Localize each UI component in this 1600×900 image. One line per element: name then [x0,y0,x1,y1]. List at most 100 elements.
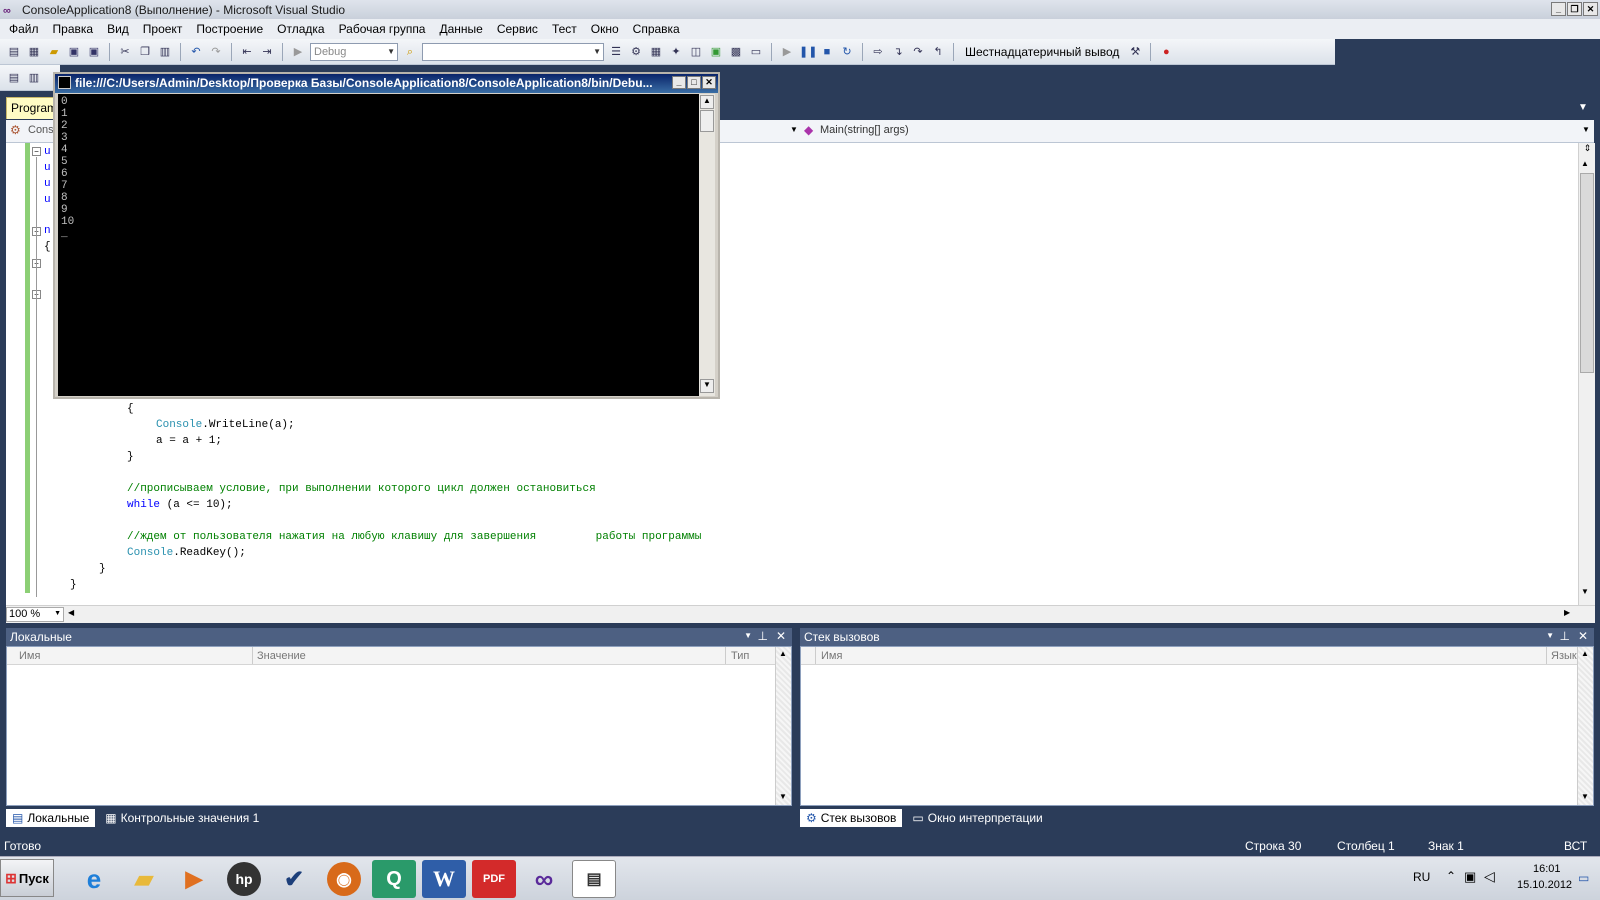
tab-immediate-window[interactable]: ▭ Окно интерпретации [906,809,1048,827]
locals-col-value[interactable]: Значение [257,650,306,662]
menu-edit[interactable]: Правка [46,22,101,36]
hp-icon[interactable]: hp [227,862,261,896]
start-button[interactable]: ⊞ Пуск [0,859,54,897]
scroll-left-arrow-icon[interactable]: ◀ [68,608,74,617]
console-task-icon[interactable]: ▤ [572,860,616,898]
start-debug-icon[interactable]: ▶ [290,44,306,60]
pin-icon[interactable]: ⊥ [758,629,768,643]
menu-tools[interactable]: Сервис [490,22,545,36]
scroll-down-arrow-icon[interactable]: ▼ [779,792,787,801]
call-stack-grid[interactable]: Имя Язык ▲ ▼ [800,646,1594,806]
solution-explorer-icon[interactable]: ☰ [608,44,624,60]
show-hidden-icons-icon[interactable]: ⌃ [1446,869,1456,883]
visual-studio-icon[interactable]: ∞ [522,860,566,898]
console-maximize-button[interactable]: □ [687,76,701,89]
paste-icon[interactable]: ▥ [157,44,173,60]
threads-icon[interactable]: ⚒ [1127,44,1143,60]
show-next-statement-icon[interactable]: ⇨ [870,44,886,60]
word-icon[interactable]: W [422,860,466,898]
menu-team[interactable]: Рабочая группа [332,22,433,36]
breakpoints-icon[interactable]: ● [1158,44,1174,60]
tab-program-cs[interactable]: Program.cs [6,97,58,119]
scroll-up-arrow-icon[interactable]: ▲ [1581,649,1589,658]
restart-icon[interactable]: ↻ [839,44,855,60]
scroll-up-arrow-icon[interactable]: ▲ [779,649,787,658]
call-stack-col-language[interactable]: Язык [1551,650,1577,662]
scroll-thumb[interactable] [1580,173,1594,373]
members-combo-arrow-icon[interactable]: ▼ [1582,125,1590,134]
save-icon[interactable]: ▣ [66,44,82,60]
console-minimize-button[interactable]: _ [672,76,686,89]
console-title-bar[interactable]: file:///C:/Users/Admin/Desktop/Проверка … [55,74,718,93]
console-close-button[interactable]: ✕ [702,76,716,89]
firefox-icon[interactable]: ◉ [327,862,361,896]
locals-vertical-scrollbar[interactable]: ▲ ▼ [775,647,791,805]
new-project-icon[interactable]: ▤ [6,44,22,60]
tab-watch-1[interactable]: ▦ Контрольные значения 1 [99,809,265,827]
restore-button[interactable]: ❐ [1567,2,1582,16]
menu-file[interactable]: Файл [2,22,46,36]
navigate-back-icon[interactable]: ⇤ [239,44,255,60]
zoom-combo[interactable]: 100 % ▼ [6,607,64,622]
split-handle-icon[interactable]: ⇕ [1581,143,1594,157]
scroll-up-arrow-icon[interactable]: ▲ [1581,159,1589,168]
outline-collapse-icon[interactable]: − [32,147,41,156]
menu-data[interactable]: Данные [432,22,489,36]
find-combo[interactable]: ▼ [422,42,604,61]
editor-vertical-scrollbar[interactable]: ⇕ ▲ ▼ [1578,143,1595,605]
media-player-icon[interactable]: ▶ [172,860,216,898]
console-scroll-thumb[interactable] [700,110,714,132]
explorer-folder-icon[interactable]: ▰ [122,860,166,898]
class-view-icon[interactable]: ◫ [688,44,704,60]
scroll-right-arrow-icon[interactable]: ▶ [1564,608,1570,617]
redo-icon[interactable]: ↷ [208,44,224,60]
menu-view[interactable]: Вид [100,22,136,36]
solution-config-combo[interactable]: Debug ▼ [310,42,398,61]
tab-overflow-icon[interactable]: ▼ [1578,102,1588,113]
undo-icon[interactable]: ↶ [188,44,204,60]
add-item-icon[interactable]: ▦ [26,44,42,60]
language-indicator[interactable]: RU [1413,870,1430,884]
step-over-icon[interactable]: ↷ [910,44,926,60]
clock-time[interactable]: 16:01 [1533,863,1561,875]
close-button[interactable]: ✕ [1583,2,1598,16]
clock-date[interactable]: 15.10.2012 [1517,879,1572,891]
toolbar2-second-icon[interactable]: ▥ [26,70,42,86]
members-combo[interactable]: Main(string[] args) [820,124,909,136]
cut-icon[interactable]: ✂ [117,44,133,60]
call-stack-col-name[interactable]: Имя [821,650,842,662]
copy-icon[interactable]: ❐ [137,44,153,60]
locals-col-name[interactable]: Имя [19,650,40,662]
open-file-icon[interactable]: ▰ [46,44,62,60]
locals-col-type[interactable]: Тип [731,650,749,662]
panel-close-icon[interactable]: ✕ [776,629,786,643]
toolbox-icon[interactable]: ✦ [668,44,684,60]
stop-debugging-icon[interactable]: ■ [819,44,835,60]
locals-grid[interactable]: Имя Значение Тип ▲ ▼ [6,646,792,806]
internet-explorer-icon[interactable]: e [72,860,116,898]
pin-icon[interactable]: ⊥ [1560,629,1570,643]
tab-call-stack[interactable]: ⚙ Стек вызовов [800,809,903,827]
types-combo-arrow-icon[interactable]: ▼ [790,125,798,134]
panel-close-icon[interactable]: ✕ [1578,629,1588,643]
navigate-forward-icon[interactable]: ⇥ [259,44,275,60]
step-out-icon[interactable]: ↰ [930,44,946,60]
pdf-app-icon[interactable]: PDF [472,860,516,898]
console-scroll-up-icon[interactable]: ▲ [700,95,714,109]
menu-window[interactable]: Окно [584,22,626,36]
scroll-down-arrow-icon[interactable]: ▼ [1581,792,1589,801]
checkmark-app-icon[interactable]: ✔ [272,860,316,898]
break-all-icon[interactable]: ❚❚ [799,44,817,60]
properties-icon[interactable]: ⚙ [628,44,644,60]
network-icon[interactable]: ▣ [1464,869,1476,885]
save-all-icon[interactable]: ▣ [86,44,102,60]
call-stack-vertical-scrollbar[interactable]: ▲ ▼ [1577,647,1593,805]
panel-dropdown-icon[interactable]: ▼ [744,631,752,640]
menu-debug[interactable]: Отладка [270,22,331,36]
find-in-files-icon[interactable]: ⌕ [402,44,418,60]
extension-manager-icon[interactable]: ▩ [728,44,744,60]
hex-display-button[interactable]: Шестнадцатеричный вывод [961,45,1123,59]
toolbar2-first-icon[interactable]: ▤ [6,70,22,86]
console-vertical-scrollbar[interactable]: ▲ ▼ [699,94,715,396]
qip-icon[interactable]: Q [372,860,416,898]
